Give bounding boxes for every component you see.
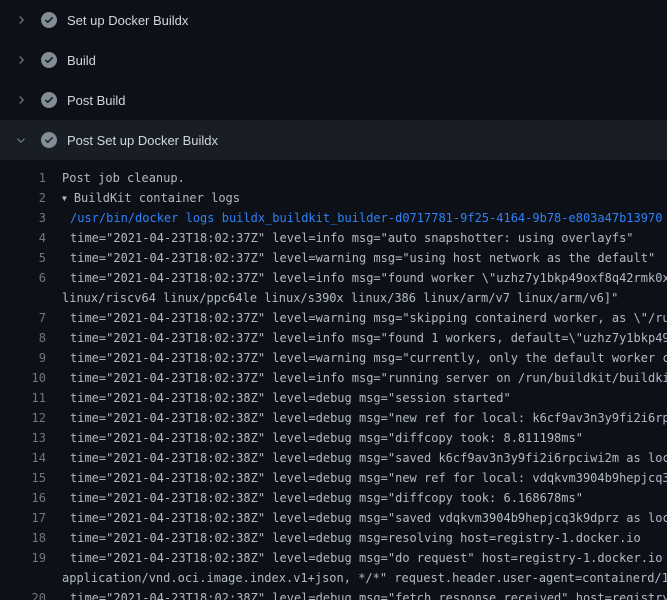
line-number[interactable]: 10 xyxy=(0,368,46,388)
step-title: Post Build xyxy=(67,94,126,107)
line-number[interactable]: 3 xyxy=(0,208,46,228)
log-line: application/vnd.oci.image.index.v1+json,… xyxy=(0,568,667,588)
log-text: time="2021-04-23T18:02:38Z" level=debug … xyxy=(62,408,667,428)
line-number[interactable]: 15 xyxy=(0,468,46,488)
log-line: 15 time="2021-04-23T18:02:38Z" level=debu… xyxy=(0,468,667,488)
check-circle-icon xyxy=(41,132,57,148)
step-header[interactable]: Set up Docker Buildx xyxy=(0,0,667,40)
check-circle-icon xyxy=(41,12,57,28)
log-text: time="2021-04-23T18:02:38Z" level=debug … xyxy=(62,428,583,448)
log-line: 19 time="2021-04-23T18:02:38Z" level=debu… xyxy=(0,548,667,568)
line-number[interactable]: 16 xyxy=(0,488,46,508)
log-text: time="2021-04-23T18:02:38Z" level=debug … xyxy=(62,388,511,408)
log-line: 18 time="2021-04-23T18:02:38Z" level=debu… xyxy=(0,528,667,548)
chevron-right-icon xyxy=(14,13,28,27)
log-line: 16 time="2021-04-23T18:02:38Z" level=debu… xyxy=(0,488,667,508)
chevron-right-icon xyxy=(14,53,28,67)
log-line: 7 time="2021-04-23T18:02:37Z" level=warni… xyxy=(0,308,667,328)
log-text: time="2021-04-23T18:02:37Z" level=warnin… xyxy=(62,248,655,268)
group-toggle-icon[interactable]: ▼ xyxy=(62,189,67,208)
line-number[interactable]: 8 xyxy=(0,328,46,348)
command-text: /usr/bin/docker logs buildx_buildkit_bui… xyxy=(62,208,662,228)
line-number[interactable]: 19 xyxy=(0,548,46,568)
line-number[interactable]: 17 xyxy=(0,508,46,528)
line-number xyxy=(0,568,46,588)
log-line: 4 time="2021-04-23T18:02:37Z" level=info … xyxy=(0,228,667,248)
log-text: time="2021-04-23T18:02:37Z" level=warnin… xyxy=(62,348,667,368)
log-text: time="2021-04-23T18:02:38Z" level=debug … xyxy=(62,448,667,468)
chevron-right-icon xyxy=(14,93,28,107)
log-line: 2 ▼BuildKit container logs xyxy=(0,188,667,208)
log-line: 13 time="2021-04-23T18:02:38Z" level=debu… xyxy=(0,428,667,448)
line-number[interactable]: 14 xyxy=(0,448,46,468)
step-title: Set up Docker Buildx xyxy=(67,14,188,27)
log-line: 12 time="2021-04-23T18:02:38Z" level=debu… xyxy=(0,408,667,428)
line-number[interactable]: 20 xyxy=(0,588,46,600)
line-number[interactable]: 1 xyxy=(0,168,46,188)
log-line: linux/riscv64 linux/ppc64le linux/s390x … xyxy=(0,288,667,308)
log-line: 6 time="2021-04-23T18:02:37Z" level=info … xyxy=(0,268,667,288)
log-line: 10 time="2021-04-23T18:02:37Z" level=info… xyxy=(0,368,667,388)
log-text: Post job cleanup. xyxy=(62,168,185,188)
log-output: 1 Post job cleanup. 2 ▼BuildKit container l… xyxy=(0,160,667,600)
line-number xyxy=(0,288,46,308)
log-line: 3/usr/bin/docker logs buildx_buildkit_bu… xyxy=(0,208,667,228)
line-number[interactable]: 12 xyxy=(0,408,46,428)
log-text: time="2021-04-23T18:02:38Z" level=debug … xyxy=(62,548,667,568)
log-line: 14 time="2021-04-23T18:02:38Z" level=debu… xyxy=(0,448,667,468)
step-header[interactable]: Post Build xyxy=(0,80,667,120)
line-number[interactable]: 4 xyxy=(0,228,46,248)
line-number[interactable]: 18 xyxy=(0,528,46,548)
log-text: linux/riscv64 linux/ppc64le linux/s390x … xyxy=(62,288,618,308)
log-text: time="2021-04-23T18:02:37Z" level=info m… xyxy=(62,268,667,288)
check-circle-icon xyxy=(41,52,57,68)
log-line: 17 time="2021-04-23T18:02:38Z" level=debu… xyxy=(0,508,667,528)
step-header[interactable]: Post Set up Docker Buildx xyxy=(0,120,667,160)
log-line: 1 Post job cleanup. xyxy=(0,168,667,188)
log-line: 5 time="2021-04-23T18:02:37Z" level=warni… xyxy=(0,248,667,268)
line-number[interactable]: 2 xyxy=(0,188,46,208)
step-title: Build xyxy=(67,54,96,67)
log-text: time="2021-04-23T18:02:37Z" level=info m… xyxy=(62,228,634,248)
log-text: time="2021-04-23T18:02:38Z" level=debug … xyxy=(62,468,667,488)
log-line: 11 time="2021-04-23T18:02:38Z" level=debu… xyxy=(0,388,667,408)
log-text: time="2021-04-23T18:02:37Z" level=warnin… xyxy=(62,308,667,328)
log-text: time="2021-04-23T18:02:38Z" level=debug … xyxy=(62,508,667,528)
step-header[interactable]: Build xyxy=(0,40,667,80)
line-number[interactable]: 9 xyxy=(0,348,46,368)
log-text: time="2021-04-23T18:02:38Z" level=debug … xyxy=(62,588,667,600)
line-number[interactable]: 6 xyxy=(0,268,46,288)
line-number[interactable]: 7 xyxy=(0,308,46,328)
step-list: Set up Docker Buildx Build Post Build Post … xyxy=(0,0,667,160)
log-text: time="2021-04-23T18:02:38Z" level=debug … xyxy=(62,528,641,548)
chevron-down-icon xyxy=(14,133,28,147)
log-text: time="2021-04-23T18:02:37Z" level=info m… xyxy=(62,328,667,348)
log-line: 9 time="2021-04-23T18:02:37Z" level=warni… xyxy=(0,348,667,368)
log-text: time="2021-04-23T18:02:38Z" level=debug … xyxy=(62,488,583,508)
log-line: 20 time="2021-04-23T18:02:38Z" level=debu… xyxy=(0,588,667,600)
log-text: application/vnd.oci.image.index.v1+json,… xyxy=(62,568,667,588)
log-text: time="2021-04-23T18:02:37Z" level=info m… xyxy=(62,368,667,388)
step-title: Post Set up Docker Buildx xyxy=(67,134,218,147)
line-number[interactable]: 13 xyxy=(0,428,46,448)
line-number[interactable]: 11 xyxy=(0,388,46,408)
actions-log-viewer: Set up Docker Buildx Build Post Build Post … xyxy=(0,0,667,600)
check-circle-icon xyxy=(41,92,57,108)
line-number[interactable]: 5 xyxy=(0,248,46,268)
log-group-header[interactable]: ▼BuildKit container logs xyxy=(62,188,240,208)
log-line: 8 time="2021-04-23T18:02:37Z" level=info … xyxy=(0,328,667,348)
